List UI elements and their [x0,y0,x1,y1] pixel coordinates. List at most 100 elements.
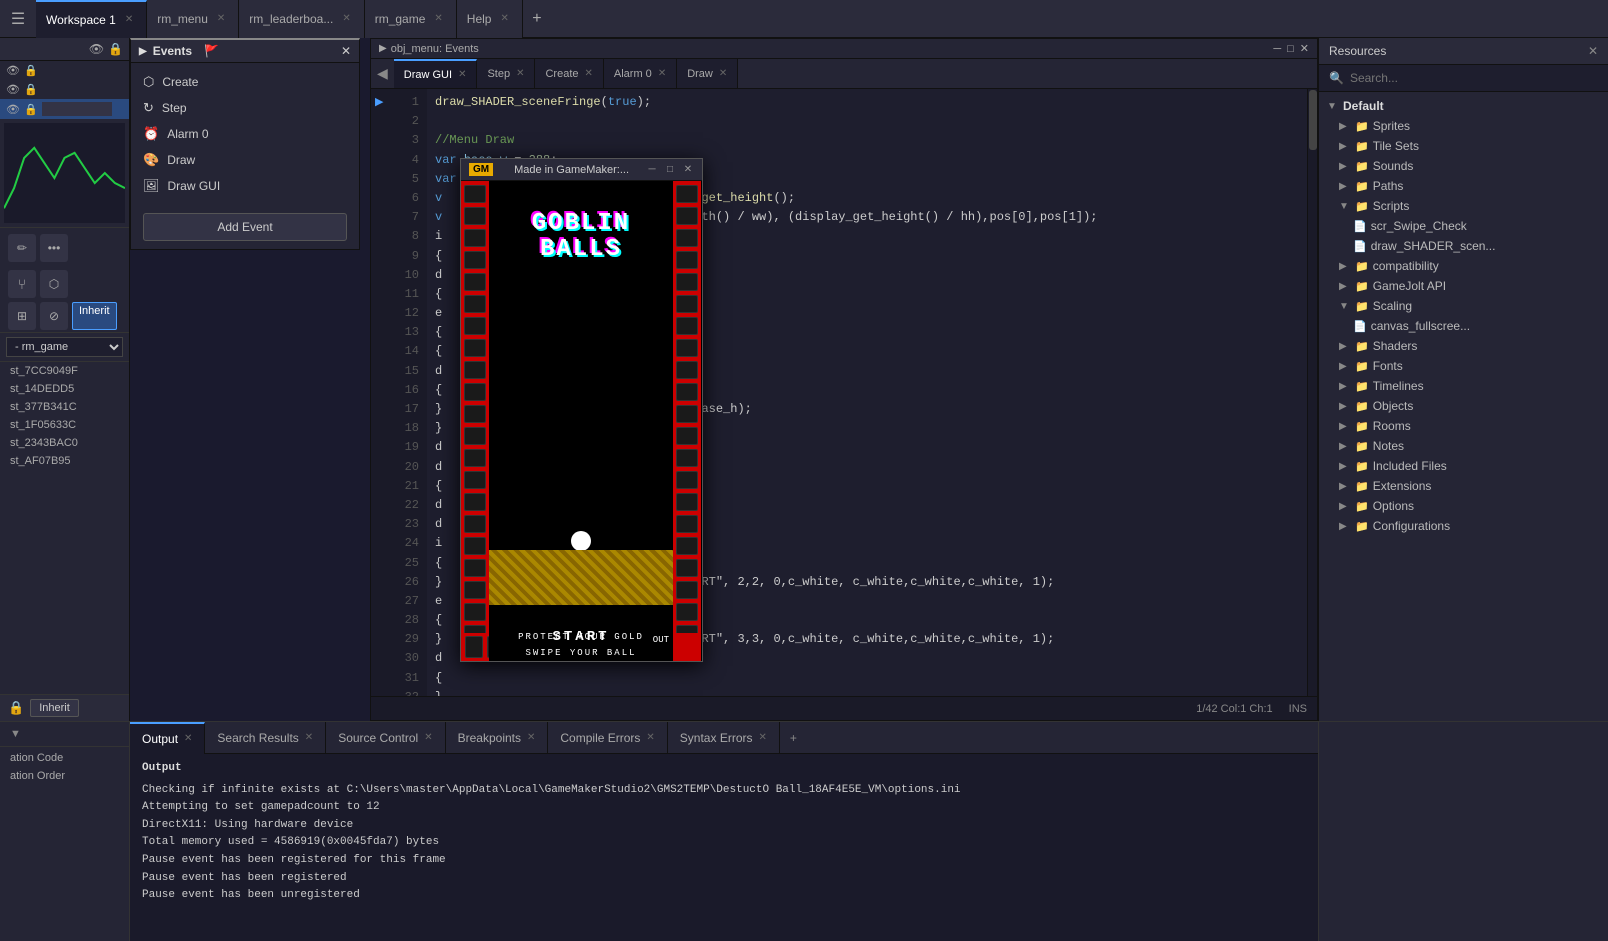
add-bottom-tab[interactable]: + [780,731,807,745]
tab-rm-leaderboa[interactable]: rm_leaderboa... ✕ [239,0,364,38]
tree-item-included-files[interactable]: ▶ 📁 Included Files [1319,456,1608,476]
editor-close-icon[interactable]: ✕ [1300,42,1309,55]
tree-item-notes[interactable]: ▶ 📁 Notes [1319,436,1608,456]
bottom-tab-source-close[interactable]: ✕ [424,732,432,743]
bottom-tab-compile-errors[interactable]: Compile Errors ✕ [548,722,667,754]
editor-tab-alarm0-close[interactable]: ✕ [658,68,666,79]
editor-maximize-icon[interactable]: □ [1287,43,1294,55]
tree-item-options[interactable]: ▶ 📁 Options [1319,496,1608,516]
game-window-minimize[interactable]: ─ [646,164,658,176]
lock-icon-layer2[interactable]: 🔒 [24,83,38,96]
bottom-ation-code[interactable]: ation Code [0,749,129,767]
move-tool[interactable]: ⬡ [40,270,68,298]
bottom-tab-breakpoints-close[interactable]: ✕ [527,732,535,743]
res-item-4[interactable]: st_1F05633C [0,416,129,434]
tree-item-scr-swipe[interactable]: 📄 scr_Swipe_Check [1319,216,1608,236]
editor-tab-draw[interactable]: Draw ✕ [677,59,738,89]
tree-item-sounds[interactable]: ▶ 📁 Sounds [1319,156,1608,176]
add-tab-button[interactable]: + [523,5,551,33]
tab-rm-leaderboa-close[interactable]: ✕ [339,12,353,25]
tree-item-scripts[interactable]: ▼ 📁 Scripts [1319,196,1608,216]
tab-help-close[interactable]: ✕ [497,12,511,25]
tree-item-paths[interactable]: ▶ 📁 Paths [1319,176,1608,196]
event-alarm0[interactable]: ⏰ Alarm 0 [131,121,359,147]
branch-tool[interactable]: ⑂ [8,270,36,298]
editor-tab-draw-gui-close[interactable]: ✕ [458,69,466,80]
search-input[interactable] [1350,71,1598,85]
ellipsis-tool[interactable]: ••• [40,234,68,262]
tree-item-tilesets[interactable]: ▶ 📁 Tile Sets [1319,136,1608,156]
eye-icon-layer1[interactable]: 👁 [6,64,20,77]
bottom-tab-syntax-errors[interactable]: Syntax Errors ✕ [668,722,780,754]
game-start-button[interactable]: START [552,629,609,645]
editor-tab-alarm0[interactable]: Alarm 0 ✕ [604,59,677,89]
lock-icon-layer1[interactable]: 🔒 [24,64,38,77]
tree-item-fonts[interactable]: ▶ 📁 Fonts [1319,356,1608,376]
tree-item-configurations[interactable]: ▶ 📁 Configurations [1319,516,1608,536]
layer-name-input[interactable] [42,102,112,116]
editor-tab-step-close[interactable]: ✕ [516,68,524,79]
tab-workspace1-close[interactable]: ✕ [122,13,136,26]
tree-item-compatibility[interactable]: ▶ 📁 compatibility [1319,256,1608,276]
bottom-tab-output[interactable]: Output ✕ [130,722,205,754]
tree-item-extensions[interactable]: ▶ 📁 Extensions [1319,476,1608,496]
cancel-tool[interactable]: ⊘ [40,302,68,330]
editor-tab-draw-close[interactable]: ✕ [719,68,727,79]
editor-tab-create[interactable]: Create ✕ [535,59,603,89]
resources-panel-close[interactable]: ✕ [1588,44,1598,58]
editor-tab-create-close[interactable]: ✕ [585,68,593,79]
res-item-5[interactable]: st_2343BAC0 [0,434,129,452]
res-item-3[interactable]: st_377B341C [0,398,129,416]
code-scrollbar[interactable] [1307,89,1317,696]
tab-help[interactable]: Help ✕ [457,0,523,38]
grid-tool[interactable]: ⊞ [8,302,36,330]
tree-section-default[interactable]: ▼ Default [1319,96,1608,116]
tab-rm-game-close[interactable]: ✕ [431,12,445,25]
bottom-tab-compile-close[interactable]: ✕ [646,732,654,743]
bottom-tab-source-control[interactable]: Source Control ✕ [326,722,445,754]
res-item-6[interactable]: st_AF07B95 [0,452,129,470]
tree-item-rooms[interactable]: ▶ 📁 Rooms [1319,416,1608,436]
editor-tab-draw-gui[interactable]: Draw GUI ✕ [394,59,478,89]
eye-icon-1[interactable]: 👁 [89,42,104,56]
bottom-tab-syntax-close[interactable]: ✕ [758,732,766,743]
event-draw[interactable]: 🎨 Draw [131,147,359,173]
tree-item-sprites[interactable]: ▶ 📁 Sprites [1319,116,1608,136]
res-item-2[interactable]: st_14DEDD5 [0,380,129,398]
eye-icon-layer2[interactable]: 👁 [6,83,20,96]
game-window-restore[interactable]: □ [664,164,676,176]
editor-minimize-icon[interactable]: ─ [1273,43,1281,55]
tree-item-objects[interactable]: ▶ 📁 Objects [1319,396,1608,416]
tab-rm-menu[interactable]: rm_menu ✕ [147,0,239,38]
events-panel-close[interactable]: ✕ [341,44,351,58]
tree-item-canvas-fullscreen[interactable]: 📄 canvas_fullscree... [1319,316,1608,336]
event-step[interactable]: ↻ Step [131,95,359,121]
event-draw-gui[interactable]: 🖼 Draw GUI [131,173,359,199]
bottom-tab-search-close[interactable]: ✕ [305,732,313,743]
tree-item-gamejolt[interactable]: ▶ 📁 GameJolt API [1319,276,1608,296]
tree-item-draw-shader[interactable]: 📄 draw_SHADER_scen... [1319,236,1608,256]
lock-icon-layer3[interactable]: 🔒 [24,103,38,116]
add-event-button[interactable]: Add Event [143,213,347,241]
bottom-tab-search-results[interactable]: Search Results ✕ [205,722,326,754]
pencil-tool[interactable]: ✏ [8,234,36,262]
event-create[interactable]: ⬡ Create [131,69,359,95]
lock-icon-bottom[interactable]: 🔒 [8,700,24,716]
tree-item-scaling[interactable]: ▼ 📁 Scaling [1319,296,1608,316]
tab-workspace1[interactable]: Workspace 1 ✕ [36,0,147,38]
lock-icon-1[interactable]: 🔒 [108,42,123,56]
inherit-button[interactable]: Inherit [30,699,79,717]
editor-go-back[interactable]: ◀ [371,65,394,82]
app-menu-icon[interactable]: ☰ [0,9,36,29]
bottom-tab-output-close[interactable]: ✕ [184,733,192,744]
res-item-1[interactable]: st_7CC9049F [0,362,129,380]
tab-rm-game[interactable]: rm_game ✕ [365,0,457,38]
object-select-dropdown[interactable]: - rm_game [6,337,123,357]
tree-item-timelines[interactable]: ▶ 📁 Timelines [1319,376,1608,396]
bottom-ation-order[interactable]: ation Order [0,767,129,785]
bottom-tab-breakpoints[interactable]: Breakpoints ✕ [446,722,549,754]
game-window-close[interactable]: ✕ [682,164,694,176]
tab-rm-menu-close[interactable]: ✕ [214,12,228,25]
editor-tab-step[interactable]: Step ✕ [477,59,535,89]
tree-item-shaders[interactable]: ▶ 📁 Shaders [1319,336,1608,356]
